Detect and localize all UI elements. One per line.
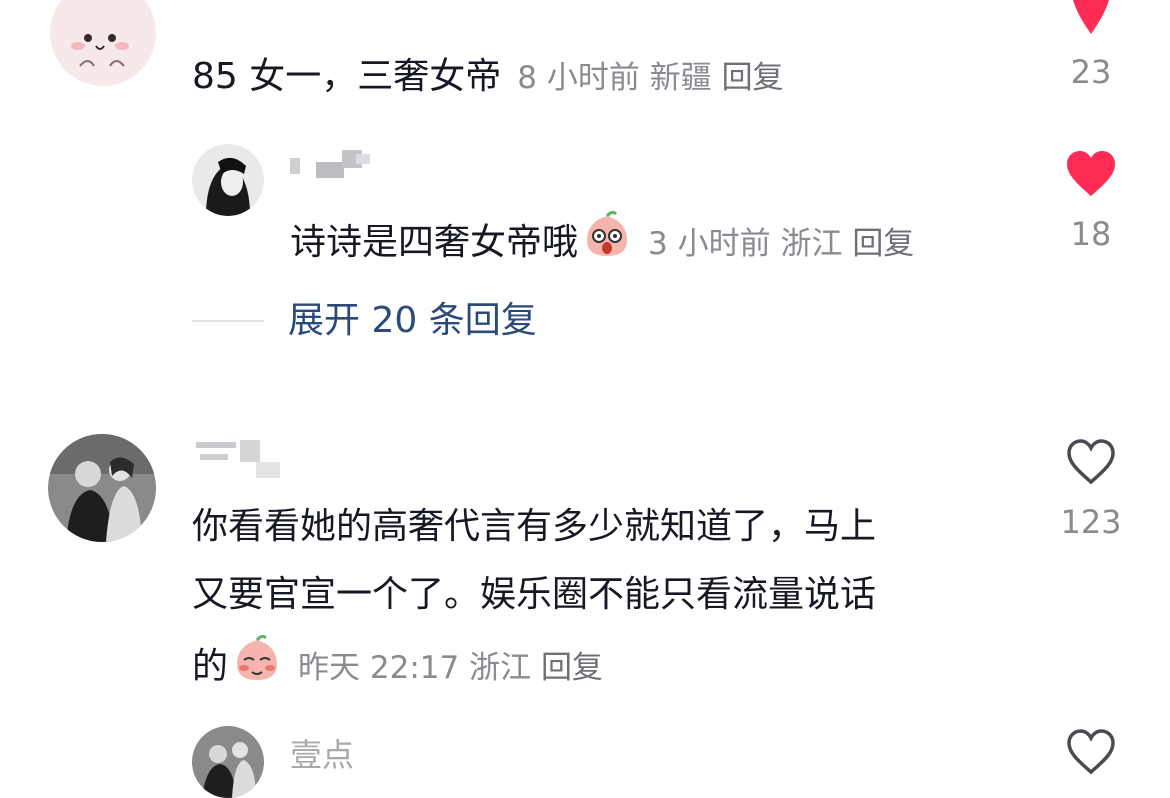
avatar[interactable]: [192, 726, 264, 798]
username-blurred[interactable]: [290, 150, 380, 178]
reply-time: 3 小时前: [648, 226, 771, 262]
like-button[interactable]: 123: [1046, 438, 1136, 542]
reply-text: 诗诗是四奢女帝哦 3 小时前 浙江 回复: [290, 210, 914, 278]
reply-button[interactable]: 回复: [722, 60, 784, 96]
like-button[interactable]: 18: [1046, 150, 1136, 254]
reply-button[interactable]: 回复: [852, 226, 914, 262]
comment-body-line: 你看看她的高奢代言有多少就知道了，马上: [192, 506, 877, 547]
reply-location: 浙江: [780, 226, 843, 262]
heart-outline-icon: [1067, 439, 1115, 485]
expand-replies-button[interactable]: 展开 20 条回复: [288, 296, 537, 346]
reply-meta: 3 小时前 浙江 回复: [648, 226, 914, 262]
like-button[interactable]: 23: [1046, 0, 1136, 92]
like-count: 123: [1060, 503, 1122, 541]
comment-body-line: 的: [192, 646, 229, 687]
comment-body-last-line: 的 昨天 22:17 浙江 回复: [192, 634, 876, 702]
heart-filled-icon: [1067, 151, 1115, 196]
comment-text: 85 女一，三奢女帝 8 小时前 新疆 回复: [192, 48, 784, 107]
shy-peach-emoji: [232, 634, 282, 702]
like-count: 23: [1070, 53, 1112, 91]
comment-text: 你看看她的高奢代言有多少就知道了，马上 又要官宣一个了。娱乐圈不能只看流量说话 …: [192, 498, 876, 702]
comment-time: 昨天 22:17: [298, 650, 460, 686]
expand-divider: [192, 320, 264, 322]
comment-body-line: 又要官宣一个了。娱乐圈不能只看流量说话: [192, 574, 877, 615]
heart-filled-icon: [1073, 0, 1109, 34]
comment-body: 85 女一，三奢女帝: [192, 56, 502, 97]
like-count: 18: [1070, 215, 1112, 253]
comment-meta: 8 小时前 新疆 回复: [517, 60, 783, 96]
avatar[interactable]: [48, 434, 156, 542]
username-blurred[interactable]: [196, 440, 286, 478]
shock-peach-emoji: [582, 210, 632, 278]
reply-body: 诗诗是四奢女帝哦: [290, 222, 579, 263]
avatar[interactable]: [192, 144, 264, 216]
comment-meta: 昨天 22:17 浙江 回复: [298, 650, 603, 686]
avatar[interactable]: [50, 0, 156, 86]
comment-location: 浙江: [469, 650, 532, 686]
reply-button[interactable]: 回复: [541, 650, 603, 686]
comment-time: 8 小时前: [517, 60, 640, 96]
username[interactable]: 壹点: [290, 730, 354, 776]
comment-location: 新疆: [649, 60, 712, 96]
